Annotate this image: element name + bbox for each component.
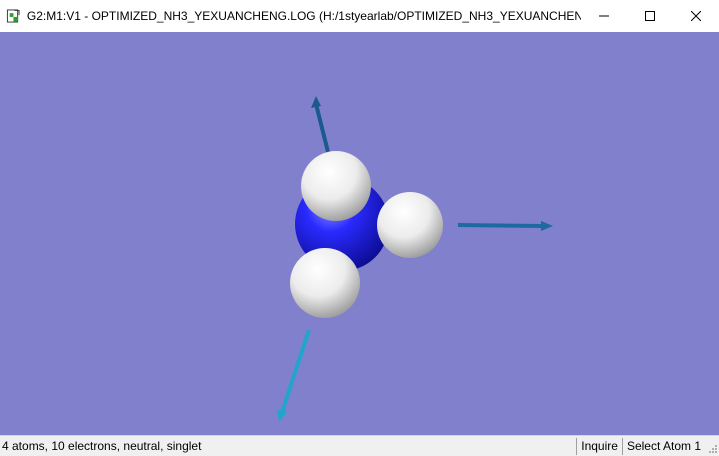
hydrogen-atom-right[interactable] — [377, 192, 443, 258]
gaussview-app-icon[interactable] — [6, 8, 21, 24]
molecule-summary: 4 atoms, 10 electrons, neutral, singlet — [2, 439, 202, 453]
window-title: G2:M1:V1 - OPTIMIZED_NH3_YEXUANCHENG.LOG… — [26, 9, 581, 23]
status-bar: 4 atoms, 10 electrons, neutral, singlet … — [0, 435, 719, 456]
maximize-button[interactable] — [627, 0, 673, 32]
close-icon — [691, 11, 701, 21]
close-button[interactable] — [673, 0, 719, 32]
molecule-canvas[interactable] — [0, 32, 719, 435]
minimize-icon — [599, 15, 609, 17]
title-bar[interactable]: G2:M1:V1 - OPTIMIZED_NH3_YEXUANCHENG.LOG… — [0, 0, 719, 32]
status-action: Select Atom 1 — [621, 437, 705, 455]
resize-grip-icon[interactable] — [705, 438, 719, 455]
vector-arrow-right — [457, 221, 553, 231]
hydrogen-atom-bottom[interactable] — [290, 248, 360, 318]
maximize-icon — [645, 11, 655, 21]
minimize-button[interactable] — [581, 0, 627, 32]
molecule-viewport[interactable] — [0, 32, 719, 435]
hydrogen-atom-top[interactable] — [301, 151, 371, 221]
vector-arrow-top — [311, 96, 331, 157]
vector-arrow-bottom — [277, 329, 311, 422]
status-mode: Inquire — [576, 437, 622, 455]
